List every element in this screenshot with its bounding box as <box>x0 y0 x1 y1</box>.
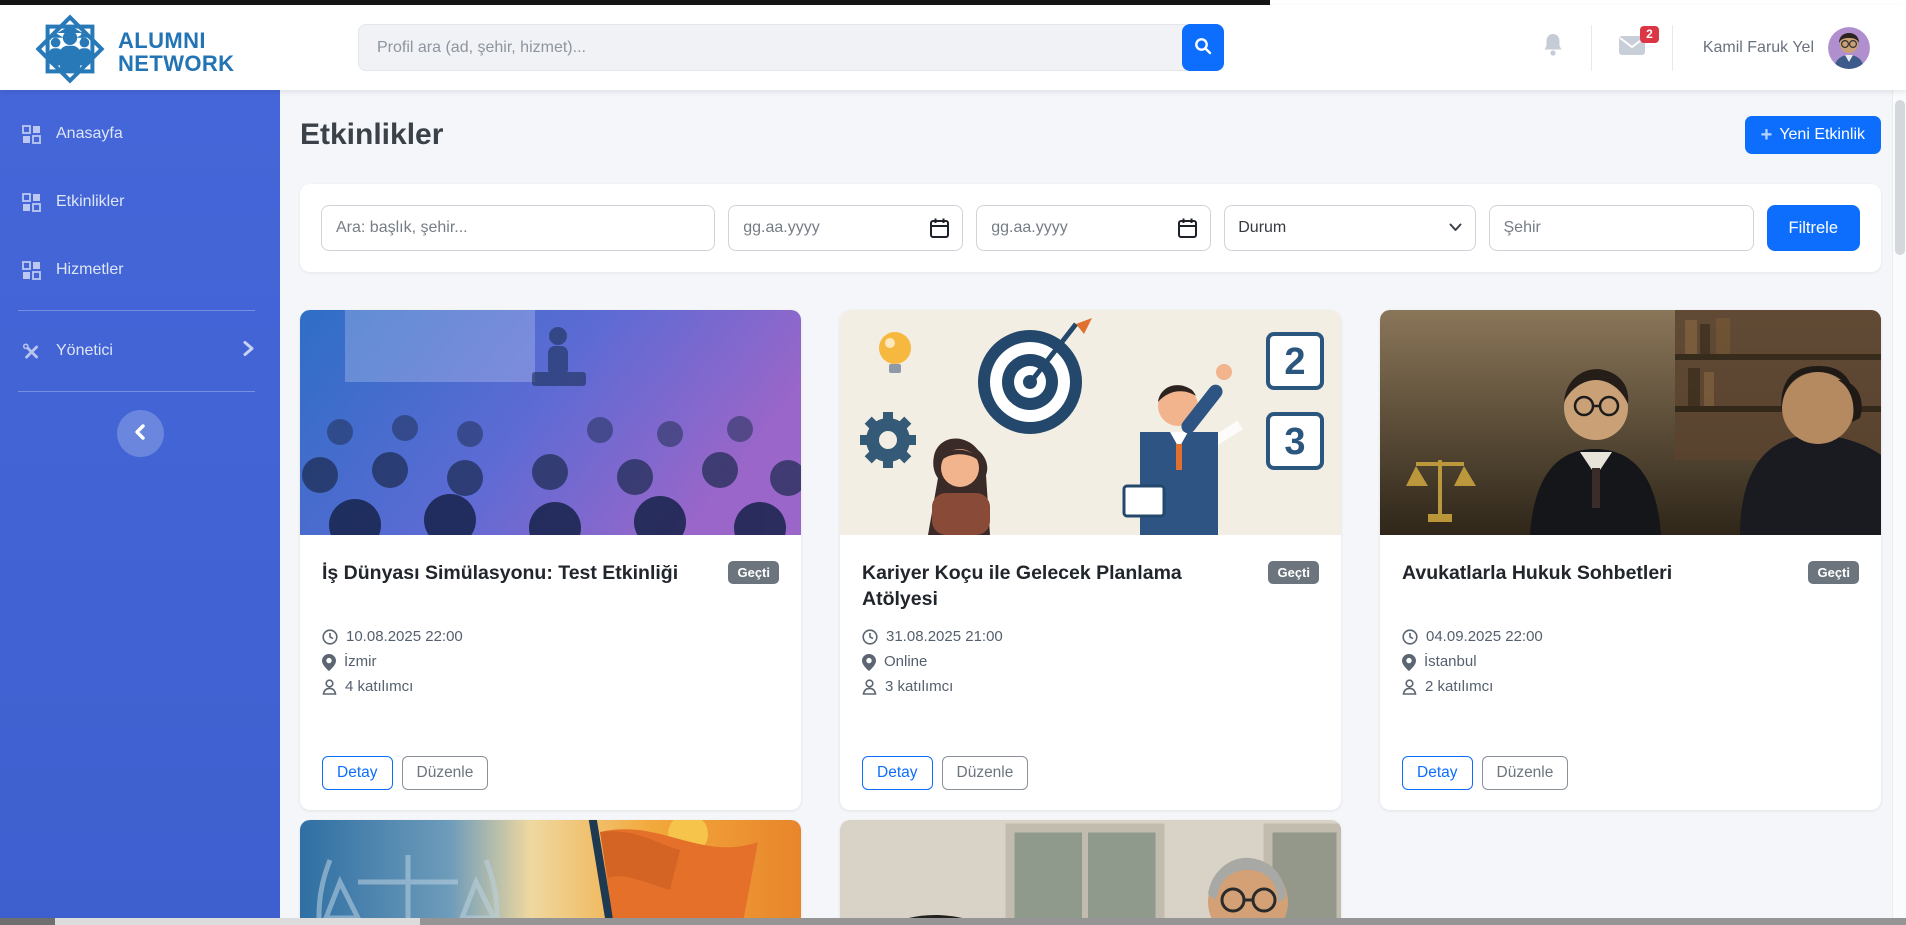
event-title: İş Dünyası Simülasyonu: Test Etkinliği <box>322 561 688 587</box>
logo-text: ALUMNI NETWORK <box>118 29 234 75</box>
event-image-conference <box>300 310 801 535</box>
main-content: Etkinlikler + Yeni Etkinlik <box>280 90 1892 918</box>
messages-button[interactable]: 2 <box>1618 35 1646 61</box>
event-image-career-coach: 2 3 <box>840 310 1341 535</box>
window-top-edge <box>0 0 1270 5</box>
user-avatar[interactable] <box>1828 27 1870 69</box>
profile-search-input[interactable] <box>358 24 1186 71</box>
event-location: İstanbul <box>1402 650 1859 674</box>
edit-button[interactable]: Düzenle <box>942 756 1029 790</box>
date-from-input[interactable] <box>728 205 963 251</box>
sidebar-item-yonetici[interactable]: Yönetici <box>0 317 280 385</box>
status-badge: Geçti <box>728 561 779 584</box>
envelope-icon <box>1618 43 1646 60</box>
event-datetime: 10.08.2025 22:00 <box>322 625 779 649</box>
horizontal-scrollbar-thumb[interactable] <box>55 918 420 925</box>
new-event-button[interactable]: + Yeni Etkinlik <box>1745 116 1881 154</box>
person-icon <box>322 679 337 695</box>
horizontal-scrollbar-corner <box>0 918 55 925</box>
person-icon <box>1402 679 1417 695</box>
search-icon <box>1194 37 1212 58</box>
clock-icon <box>322 629 338 645</box>
sidebar-item-etkinlikler[interactable]: Etkinlikler <box>0 168 280 236</box>
event-title: Kariyer Koçu ile Gelecek Planlama Atölye… <box>862 561 1268 612</box>
unread-messages-badge: 2 <box>1640 26 1659 43</box>
status-badge: Geçti <box>1808 561 1859 584</box>
event-image-lawyers <box>1380 310 1881 535</box>
filters-bar: Durum Filtrele <box>300 184 1881 272</box>
sidebar-item-hizmetler[interactable]: Hizmetler <box>0 236 280 304</box>
sidebar-divider <box>18 310 255 311</box>
header-divider <box>1591 25 1592 71</box>
profile-search <box>358 24 1224 71</box>
detail-button[interactable]: Detay <box>322 756 393 790</box>
location-pin-icon <box>862 654 876 671</box>
event-image-justice-flag <box>300 820 801 918</box>
sidebar-item-anasayfa[interactable]: Anasayfa <box>0 100 280 168</box>
sidebar-item-label: Hizmetler <box>56 261 124 279</box>
tools-icon <box>22 342 41 361</box>
detail-button[interactable]: Detay <box>862 756 933 790</box>
event-title: Avukatlarla Hukuk Sohbetleri <box>1402 561 1682 587</box>
clock-icon <box>862 629 878 645</box>
event-card: 2 3 Kariyer Koçu ile Gelecek Planlama At… <box>840 310 1341 810</box>
event-image-interview <box>840 820 1341 918</box>
sidebar-item-label: Etkinlikler <box>56 193 124 211</box>
header-actions: 2 Kamil Faruk Yel <box>1541 5 1870 90</box>
horizontal-scrollbar[interactable] <box>0 918 1906 925</box>
alumni-network-emblem-icon <box>30 8 110 95</box>
filter-date-from <box>728 205 963 251</box>
grid-icon <box>22 193 41 212</box>
person-icon <box>862 679 877 695</box>
event-participants: 4 katılımcı <box>322 675 779 699</box>
city-filter-input[interactable] <box>1489 205 1754 251</box>
status-badge: Geçti <box>1268 561 1319 584</box>
vertical-scrollbar-thumb[interactable] <box>1895 100 1905 255</box>
clock-icon <box>1402 629 1418 645</box>
vertical-scrollbar[interactable] <box>1892 90 1906 918</box>
sidebar-item-label: Yönetici <box>56 342 113 360</box>
event-datetime: 04.09.2025 22:00 <box>1402 625 1859 649</box>
location-pin-icon <box>1402 654 1416 671</box>
event-datetime: 31.08.2025 21:00 <box>862 625 1319 649</box>
app-window: ALUMNI NETWORK <box>0 0 1906 925</box>
filter-button[interactable]: Filtrele <box>1767 205 1861 251</box>
event-card <box>300 820 801 918</box>
search-button[interactable] <box>1182 24 1224 71</box>
sidebar-item-label: Anasayfa <box>56 125 123 143</box>
event-participants: 2 katılımcı <box>1402 675 1859 699</box>
event-card: İş Dünyası Simülasyonu: Test Etkinliği G… <box>300 310 801 810</box>
date-to-input[interactable] <box>976 205 1211 251</box>
filter-search-input[interactable] <box>321 205 715 251</box>
grid-icon <box>22 125 41 144</box>
user-name[interactable]: Kamil Faruk Yel <box>1703 39 1814 57</box>
edit-button[interactable]: Düzenle <box>402 756 489 790</box>
chevron-left-icon <box>134 424 146 443</box>
sidebar-collapse-button[interactable] <box>117 410 164 457</box>
chevron-down-icon <box>1449 219 1462 237</box>
edit-button[interactable]: Düzenle <box>1482 756 1569 790</box>
event-card <box>840 820 1341 918</box>
location-pin-icon <box>322 654 336 671</box>
filter-date-to <box>976 205 1211 251</box>
notifications-bell-icon[interactable] <box>1541 32 1565 63</box>
header-divider <box>1672 25 1673 71</box>
event-participants: 3 katılımcı <box>862 675 1319 699</box>
sidebar: Anasayfa Etkinlikler <box>0 90 280 918</box>
logo[interactable]: ALUMNI NETWORK <box>30 8 234 95</box>
status-select[interactable]: Durum <box>1224 205 1475 251</box>
detail-button[interactable]: Detay <box>1402 756 1473 790</box>
chevron-right-icon <box>243 341 254 362</box>
event-card: Avukatlarla Hukuk Sohbetleri Geçti 04.09… <box>1380 310 1881 810</box>
sidebar-divider <box>18 391 255 392</box>
event-location: İzmir <box>322 650 779 674</box>
event-location: Online <box>862 650 1319 674</box>
grid-icon <box>22 261 41 280</box>
page-title: Etkinlikler <box>300 118 443 152</box>
svg-text:3: 3 <box>1284 421 1305 463</box>
plus-icon: + <box>1761 125 1773 145</box>
svg-text:2: 2 <box>1284 341 1305 383</box>
events-grid: İş Dünyası Simülasyonu: Test Etkinliği G… <box>300 310 1881 918</box>
top-header: ALUMNI NETWORK <box>0 5 1906 90</box>
